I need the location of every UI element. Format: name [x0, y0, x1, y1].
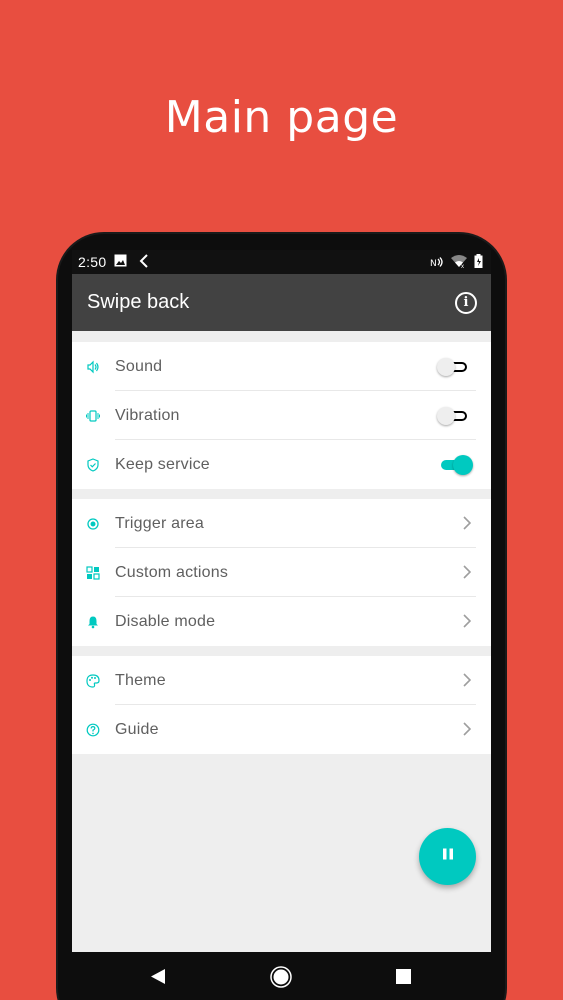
setting-row-sound[interactable]: Sound [72, 342, 491, 391]
battery-icon [474, 254, 483, 271]
setting-label: Sound [115, 357, 163, 375]
setting-row-trigger-area[interactable]: Trigger area [72, 499, 491, 548]
volume-icon [86, 360, 100, 374]
sound-switch[interactable] [437, 358, 473, 376]
shield-icon [86, 457, 100, 472]
app-bar: Swipe back i [72, 274, 491, 331]
chevron-right-icon [463, 673, 472, 692]
setting-row-keep-service[interactable]: Keep service [72, 440, 491, 489]
behavior-settings-card: Trigger area Custom actions Disable mode [72, 499, 491, 646]
back-icon[interactable] [150, 968, 166, 990]
navigation-bar [72, 952, 491, 1000]
nfc-icon: N [430, 255, 444, 271]
chevron-right-icon [463, 565, 472, 584]
back-arrow-icon [139, 253, 149, 271]
promo-title: Main page [164, 92, 399, 143]
setting-label: Disable mode [115, 612, 216, 630]
home-icon[interactable] [270, 966, 292, 993]
svg-text:x: x [461, 264, 464, 268]
misc-settings-card: Theme Guide [72, 656, 491, 754]
setting-row-custom-actions[interactable]: Custom actions [72, 548, 491, 597]
setting-label: Theme [115, 671, 166, 689]
setting-label: Guide [115, 720, 159, 738]
setting-row-disable-mode[interactable]: Disable mode [72, 597, 491, 646]
vibration-switch[interactable] [437, 407, 473, 425]
wifi-icon: x [450, 254, 468, 271]
setting-row-vibration[interactable]: Vibration [72, 391, 491, 440]
info-icon[interactable]: i [455, 291, 477, 314]
setting-label: Trigger area [115, 514, 204, 532]
palette-icon [86, 673, 100, 688]
pause-icon [441, 847, 455, 866]
image-icon [114, 254, 127, 270]
chevron-right-icon [463, 516, 472, 535]
phone-screen: 2:50 N x Swipe back i Sound Vibration Ke… [72, 250, 491, 1000]
svg-text:N: N [430, 259, 437, 268]
toggle-settings-card: Sound Vibration Keep service [72, 342, 491, 489]
chevron-right-icon [463, 614, 472, 633]
setting-row-guide[interactable]: Guide [72, 705, 491, 754]
chevron-right-icon [463, 722, 472, 741]
status-time: 2:50 [78, 254, 107, 270]
bell-icon [86, 615, 100, 629]
help-icon [86, 723, 100, 737]
setting-label: Vibration [115, 406, 180, 424]
pause-button[interactable] [419, 828, 476, 885]
keep-service-switch[interactable] [437, 455, 473, 475]
status-bar: 2:50 N x [72, 250, 491, 274]
grid-icon [86, 565, 100, 580]
setting-label: Custom actions [115, 563, 229, 581]
target-icon [86, 517, 100, 531]
vibration-icon [86, 409, 100, 423]
setting-row-theme[interactable]: Theme [72, 656, 491, 705]
setting-label: Keep service [115, 455, 210, 473]
app-title: Swipe back [87, 291, 190, 313]
recents-icon[interactable] [396, 969, 411, 989]
